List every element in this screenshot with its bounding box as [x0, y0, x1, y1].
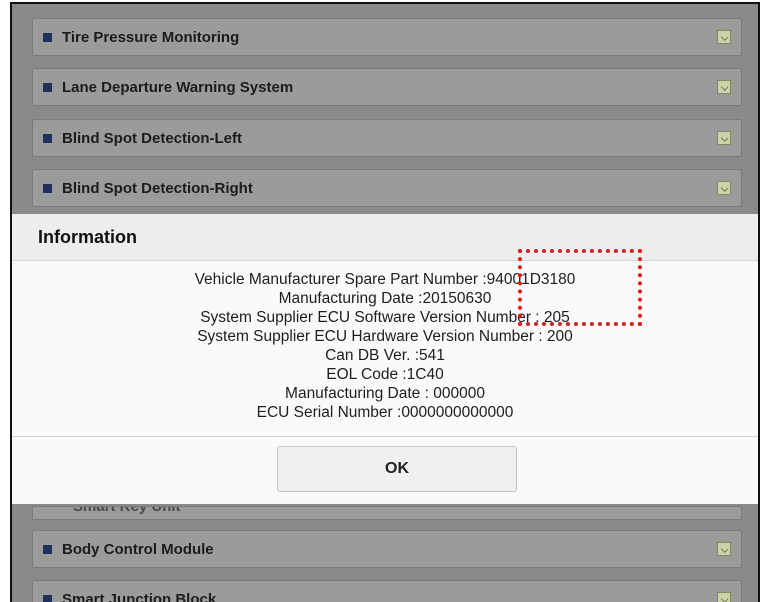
dialog-title: Information	[12, 214, 758, 261]
download-icon[interactable]	[717, 30, 731, 44]
info-line: Can DB Ver. :541	[12, 346, 758, 365]
list-item-body-control-module[interactable]: Body Control Module	[32, 530, 742, 568]
ok-button[interactable]: OK	[277, 446, 517, 492]
download-icon[interactable]	[717, 592, 731, 602]
list-item-blind-spot-left[interactable]: Blind Spot Detection-Left	[32, 119, 742, 157]
list-item-label: Blind Spot Detection-Right	[62, 180, 717, 197]
highlight-box	[518, 249, 642, 326]
list-item-smart-key-unit[interactable]: Smart Key Unit	[32, 506, 742, 520]
dialog-body: Vehicle Manufacturer Spare Part Number :…	[12, 260, 758, 436]
info-line: EOL Code :1C40	[12, 365, 758, 384]
download-icon[interactable]	[717, 80, 731, 94]
bullet-icon	[43, 83, 52, 92]
list-item-label: Blind Spot Detection-Left	[62, 130, 717, 147]
list-item-tire-pressure-monitoring[interactable]: Tire Pressure Monitoring	[32, 18, 742, 56]
download-icon[interactable]	[717, 131, 731, 145]
info-line: System Supplier ECU Hardware Version Num…	[12, 327, 758, 346]
bullet-icon	[43, 595, 52, 602]
info-line: Manufacturing Date :20150630	[12, 289, 758, 308]
bullet-icon	[43, 134, 52, 143]
list-item-label: Tire Pressure Monitoring	[62, 29, 717, 46]
app-frame: Tire Pressure Monitoring Lane Departure …	[10, 2, 760, 602]
info-line: ECU Serial Number :0000000000000	[12, 403, 758, 422]
list-item-label: Smart Junction Block	[62, 591, 717, 602]
list-item-label: Smart Key Unit	[73, 506, 741, 515]
divider	[12, 436, 758, 437]
list-item-smart-junction-block[interactable]: Smart Junction Block	[32, 580, 742, 602]
download-icon[interactable]	[717, 542, 731, 556]
info-line: Vehicle Manufacturer Spare Part Number :…	[12, 270, 758, 289]
bullet-icon	[43, 545, 52, 554]
info-line: Manufacturing Date : 000000	[12, 384, 758, 403]
bullet-icon	[43, 33, 52, 42]
list-item-blind-spot-right[interactable]: Blind Spot Detection-Right	[32, 169, 742, 207]
bullet-icon	[43, 184, 52, 193]
list-item-lane-departure-warning[interactable]: Lane Departure Warning System	[32, 68, 742, 106]
info-line: System Supplier ECU Software Version Num…	[12, 308, 758, 327]
list-item-label: Body Control Module	[62, 541, 717, 558]
list-item-label: Lane Departure Warning System	[62, 79, 717, 96]
information-dialog: Information Vehicle Manufacturer Spare P…	[12, 214, 758, 504]
download-icon[interactable]	[717, 181, 731, 195]
